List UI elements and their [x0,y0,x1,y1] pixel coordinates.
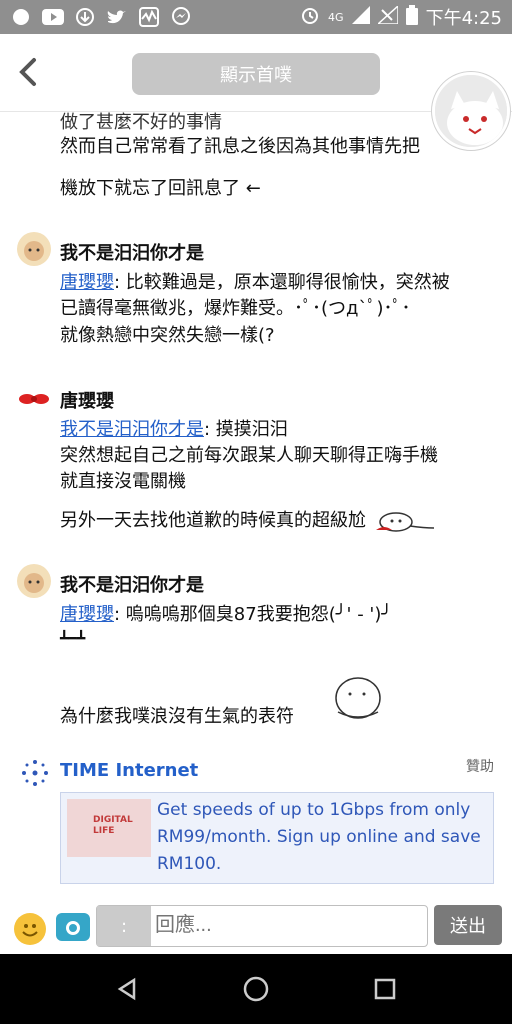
emoticon-button[interactable] [14,913,46,945]
response-text: 我不是汨汨你才是: 摸摸汨汨 [60,419,288,440]
reply-input-box: : [96,905,428,947]
ad-title[interactable]: TIME Internet [60,760,198,781]
user-avatar[interactable] [17,564,51,598]
alarm-icon [300,5,320,30]
sulking-bear-emoticon-icon [335,677,381,719]
response-author[interactable]: 我不是汨汨你才是 [60,571,204,597]
response-text: 唐瓔瓔: 比較難過是，原本還聊得很愉快，突然被 [60,272,450,293]
youtube-icon [42,6,64,28]
back-button[interactable] [14,54,44,90]
ad-logo-icon [20,758,50,792]
mention-link[interactable]: 唐瓔瓔 [60,604,114,625]
download-icon [74,6,96,28]
show-first-plurk-button[interactable]: 顯示首噗 [132,53,380,95]
bird-icon [10,6,32,28]
response-author[interactable]: 唐瓔瓔 [60,387,114,413]
status-bar: 4G 下午4:25 [0,0,512,34]
nav-recents-button[interactable] [370,974,400,1004]
response-list: 做了甚麼不好的事情 然而自己常常看了訊息之後因為其他事情先把 機放下就忘了回訊息… [0,112,512,954]
nav-back-button[interactable] [112,974,142,1004]
clock: 下午4:25 [425,8,502,29]
signal-icon [351,5,370,29]
pulse-icon [138,6,160,28]
ad-text[interactable]: Get speeds of up to 1Gbps from only RM99… [157,797,487,878]
ad-content[interactable]: DIGITAL LIFE Get speeds of up to 1Gbps f… [60,792,494,884]
twitter-icon [106,6,128,28]
pointing-emoticon-icon: ← [245,178,261,199]
sponsored-label: 贊助 [466,759,494,775]
response-text: 為什麼我噗浪沒有生氣的表符 [60,706,294,727]
response-text: 就像熱戀中突然失戀一樣(? [60,325,275,346]
response-text: ┻━┻ [60,631,86,647]
response-text: 已讀得毫無徵兆，爆炸難受。･ﾟ･(つд`ﾟ)･ﾟ･ [60,298,411,319]
response-text: 做了甚麼不好的事情 [60,112,222,133]
response-text: 唐瓔瓔: 嗚嗚嗚那個臭87我要抱怨(╯' - ')╯ [60,604,393,625]
reply-input[interactable] [155,914,415,937]
network-label: 4G [328,10,344,24]
response-text: 機放下就忘了回訊息了 ← [60,178,261,199]
system-status: 4G 下午4:25 [300,3,502,30]
response-text: 另外一天去找他道歉的時候真的超級尬 [60,508,438,534]
qualifier-selector[interactable]: : [97,906,151,946]
mention-link[interactable]: 我不是汨汨你才是 [60,419,204,440]
battery-icon [405,4,418,30]
response-author[interactable]: 我不是汨汨你才是 [60,239,204,265]
ad-image-text: DIGITAL LIFE [93,815,133,836]
ad-image[interactable]: DIGITAL LIFE [67,799,151,857]
plurk-author-avatar[interactable] [432,72,510,150]
nav-home-button[interactable] [241,974,271,1004]
messenger-icon [170,6,192,28]
user-avatar[interactable] [17,382,51,416]
response-text: 就直接沒電關機 [60,471,186,492]
lying-creature-emoticon-icon [375,512,434,532]
system-nav-bar [0,954,512,1024]
sponsored-ad[interactable]: TIME Internet 贊助 DIGITAL LIFE Get speeds… [0,752,512,892]
no-signal-icon [375,3,399,29]
user-avatar[interactable] [17,232,51,266]
reply-composer: : 送出 [0,895,512,953]
response-text: 然而自己常常看了訊息之後因為其他事情先把 [60,136,420,157]
notification-icons [10,6,192,28]
send-button[interactable]: 送出 [434,905,502,945]
mention-link[interactable]: 唐瓔瓔 [60,272,114,293]
response-text: 突然想起自己之前每次跟某人聊天聊得正嗨手機 [60,445,438,466]
camera-button[interactable] [56,913,90,941]
